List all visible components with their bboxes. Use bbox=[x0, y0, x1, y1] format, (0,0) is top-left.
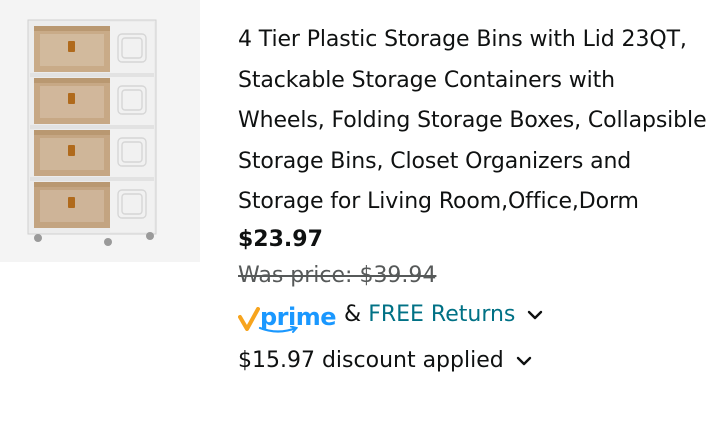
ampersand: & bbox=[344, 302, 362, 327]
returns-chevron-down-icon[interactable] bbox=[527, 310, 543, 320]
discount-row: $15.97 discount applied bbox=[238, 341, 708, 381]
product-title[interactable]: 4 Tier Plastic Storage Bins with Lid 23Q… bbox=[238, 20, 708, 223]
prime-logo: prime bbox=[238, 299, 337, 333]
free-returns-link[interactable]: FREE Returns bbox=[368, 302, 515, 327]
product-image[interactable] bbox=[0, 0, 200, 262]
was-price: Was price: $39.94 bbox=[238, 259, 708, 293]
prime-smile-icon bbox=[258, 325, 298, 333]
prime-check-icon bbox=[238, 306, 260, 331]
discount-text: $15.97 discount applied bbox=[238, 348, 504, 373]
storage-cabinet-image bbox=[27, 19, 157, 246]
current-price: $23.97 bbox=[238, 226, 323, 252]
discount-chevron-down-icon[interactable] bbox=[516, 356, 532, 366]
was-price-text: Was price: $39.94 bbox=[238, 262, 437, 288]
product-info: 4 Tier Plastic Storage Bins with Lid 23Q… bbox=[238, 20, 708, 381]
prime-returns-row: prime & FREE Returns bbox=[238, 295, 708, 335]
